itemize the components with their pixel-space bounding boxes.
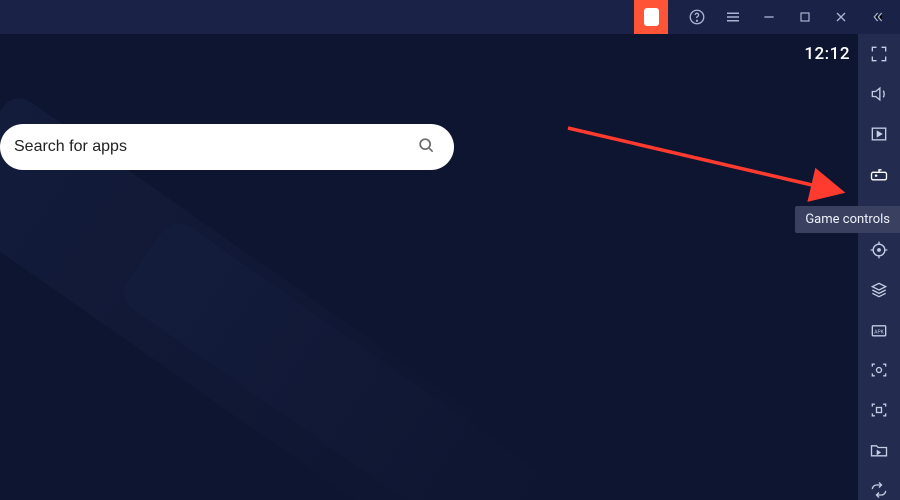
game-controls-button[interactable] (866, 164, 892, 184)
media-folder-button[interactable] (866, 440, 892, 460)
help-button[interactable] (688, 8, 706, 26)
background-decor (0, 0, 900, 500)
hamburger-menu-button[interactable] (724, 8, 742, 26)
fullscreen-button[interactable] (866, 44, 892, 64)
location-button[interactable] (866, 240, 892, 260)
maximize-button[interactable] (796, 8, 814, 26)
notification-button[interactable] (634, 0, 668, 34)
app-search[interactable] (0, 124, 454, 170)
search-input[interactable] (14, 138, 416, 156)
window-titlebar (0, 0, 900, 34)
volume-button[interactable] (866, 84, 892, 104)
search-icon (416, 135, 436, 159)
play-box-button[interactable] (866, 124, 892, 144)
screenshot-button[interactable] (866, 360, 892, 380)
svg-text:APK: APK (874, 329, 884, 335)
collapse-sidebar-button[interactable] (868, 8, 886, 26)
rotate-button[interactable] (866, 480, 892, 500)
status-clock: 12:12 (804, 44, 850, 64)
record-screen-button[interactable] (866, 400, 892, 420)
close-button[interactable] (832, 8, 850, 26)
annotation-arrow (560, 120, 860, 210)
minimize-button[interactable] (760, 8, 778, 26)
right-toolbar: APK (858, 34, 900, 500)
install-apk-button[interactable]: APK (866, 320, 892, 340)
notification-badge-icon (644, 8, 659, 26)
multi-instance-button[interactable] (866, 280, 892, 300)
game-controls-tooltip: Game controls (795, 206, 900, 233)
